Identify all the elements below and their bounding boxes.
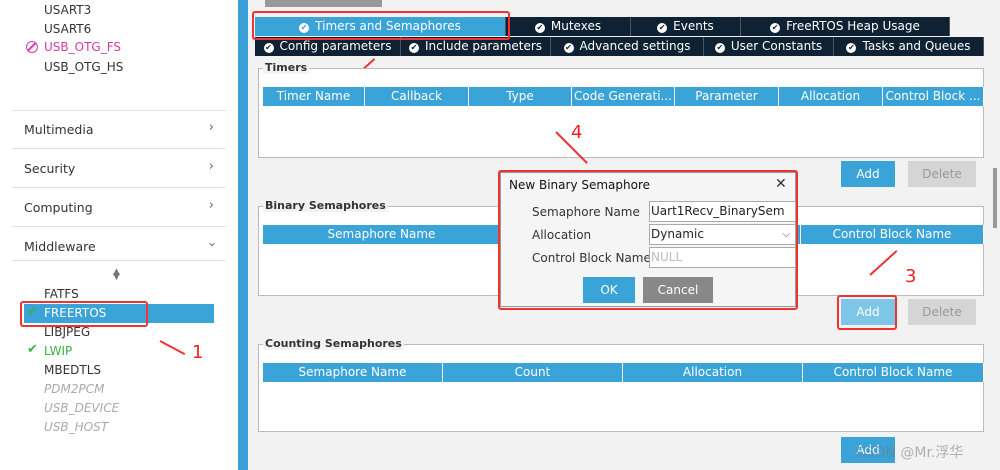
sidebar-item-usb-otg-hs[interactable]: USB_OTG_HS: [44, 60, 123, 74]
column-header: Code Generati...: [572, 87, 675, 106]
sort-icon[interactable]: ▲ ▼: [113, 268, 120, 282]
tab-tasks-and-queues[interactable]: ✔ Tasks and Queues: [834, 37, 984, 56]
timers-add-button[interactable]: Add: [841, 161, 895, 187]
middleware-item-usb-device[interactable]: USB_DEVICE: [44, 401, 119, 415]
chevron-right-icon: ›: [208, 120, 214, 135]
tab-label: Advanced settings: [579, 39, 691, 53]
middleware-item-usb-host[interactable]: USB_HOST: [44, 420, 108, 434]
category-label: Computing: [24, 200, 93, 215]
annotation-box-freertos: [20, 301, 148, 327]
tab-label: Config parameters: [279, 39, 392, 53]
group-title: Binary Semaphores: [263, 199, 388, 212]
annotation-arrow: [159, 340, 186, 356]
category-label: Security: [24, 161, 76, 176]
tab-heap-usage[interactable]: ✔ FreeRTOS Heap Usage: [741, 17, 950, 36]
scrollbar-thumb[interactable]: [993, 168, 997, 228]
group-title: Timers: [263, 61, 310, 74]
tab-advanced-settings[interactable]: ✔ Advanced settings: [551, 37, 704, 56]
column-header: Semaphore Name: [263, 363, 443, 382]
divider: [12, 110, 226, 111]
annotation-box-dialog: [498, 170, 798, 310]
check-circle-icon: ✔: [263, 43, 274, 53]
column-header: Control Block Name: [803, 363, 984, 382]
annotation-box-tab: [252, 11, 510, 40]
column-header: Timer Name: [263, 87, 365, 106]
chevron-down-icon: ›: [203, 241, 219, 248]
group-title: Counting Semaphores: [263, 337, 404, 350]
tab-label: Tasks and Queues: [862, 39, 971, 53]
panel-splitter[interactable]: [238, 0, 248, 470]
column-header: Callback: [365, 87, 469, 106]
sidebar-item-usart6[interactable]: USART6: [44, 22, 91, 36]
category-label: Middleware: [24, 239, 96, 254]
column-header: Semaphore Name: [263, 225, 501, 244]
tab-label: Include parameters: [424, 39, 543, 53]
column-header: Allocation: [623, 363, 803, 382]
check-circle-icon: ✔: [846, 43, 857, 53]
annotation-number-4: 4: [571, 122, 583, 143]
check-circle-icon: ✔: [534, 23, 545, 33]
check-circle-icon: ✔: [408, 43, 419, 53]
disabled-icon: [26, 41, 38, 53]
check-circle-icon: ✔: [714, 43, 725, 53]
middleware-item-lwip[interactable]: LWIP: [44, 344, 72, 358]
column-header: Type: [469, 87, 572, 106]
binary-delete-button[interactable]: Delete: [908, 299, 976, 325]
annotation-box-add: [837, 295, 897, 330]
tab-label: Events: [673, 19, 714, 33]
counting-semaphores-group: Counting Semaphores Semaphore Name Count…: [258, 337, 984, 432]
sidebar-item-usart3[interactable]: USART3: [44, 3, 91, 17]
column-header: Control Block ...: [883, 87, 984, 106]
middleware-item-fatfs[interactable]: FATFS: [44, 287, 79, 301]
annotation-number-1: 1: [192, 342, 204, 363]
category-middleware[interactable]: Middleware ›: [24, 239, 224, 254]
chevron-right-icon: ›: [208, 198, 214, 213]
check-icon: ✔: [27, 342, 38, 357]
column-header: Parameter: [675, 87, 779, 106]
column-header: Count: [443, 363, 623, 382]
chevron-right-icon: ›: [208, 159, 214, 174]
divider: [12, 187, 226, 188]
divider: [12, 148, 226, 149]
check-circle-icon: ✔: [563, 43, 574, 53]
column-header: Control Block Name: [801, 225, 984, 244]
annotation-number-3: 3: [905, 266, 917, 287]
category-computing[interactable]: Computing ›: [24, 198, 224, 215]
category-security[interactable]: Security ›: [24, 159, 224, 176]
divider: [12, 260, 226, 261]
tab-mutexes[interactable]: ✔ Mutexes: [506, 17, 631, 36]
left-sidebar: USART3 USART6 USB_OTG_FS USB_OTG_HS Mult…: [0, 0, 238, 470]
check-circle-icon: ✔: [657, 23, 668, 33]
middleware-item-pdm2pcm[interactable]: PDM2PCM: [44, 382, 104, 396]
middleware-item-mbedtls[interactable]: MBEDTLS: [44, 363, 101, 377]
tab-label: FreeRTOS Heap Usage: [786, 19, 920, 33]
category-label: Multimedia: [24, 122, 94, 137]
tab-user-constants[interactable]: ✔ User Constants: [704, 37, 834, 56]
tab-events[interactable]: ✔ Events: [631, 17, 741, 36]
divider: [12, 226, 226, 227]
sidebar-item-usb-otg-fs[interactable]: USB_OTG_FS: [44, 40, 121, 54]
category-multimedia[interactable]: Multimedia ›: [24, 120, 224, 137]
top-tab-stub: [265, 0, 382, 7]
timers-delete-button[interactable]: Delete: [908, 161, 976, 187]
timers-group: Timers Timer Name Callback Type Code Gen…: [258, 61, 984, 158]
middleware-item-libjpeg[interactable]: LIBJPEG: [44, 325, 90, 339]
column-header: Allocation: [779, 87, 883, 106]
tab-label: Mutexes: [550, 19, 602, 33]
watermark: CSDN @Mr.浮华: [856, 445, 964, 461]
check-circle-icon: ✔: [770, 23, 781, 33]
tab-label: User Constants: [730, 39, 823, 53]
